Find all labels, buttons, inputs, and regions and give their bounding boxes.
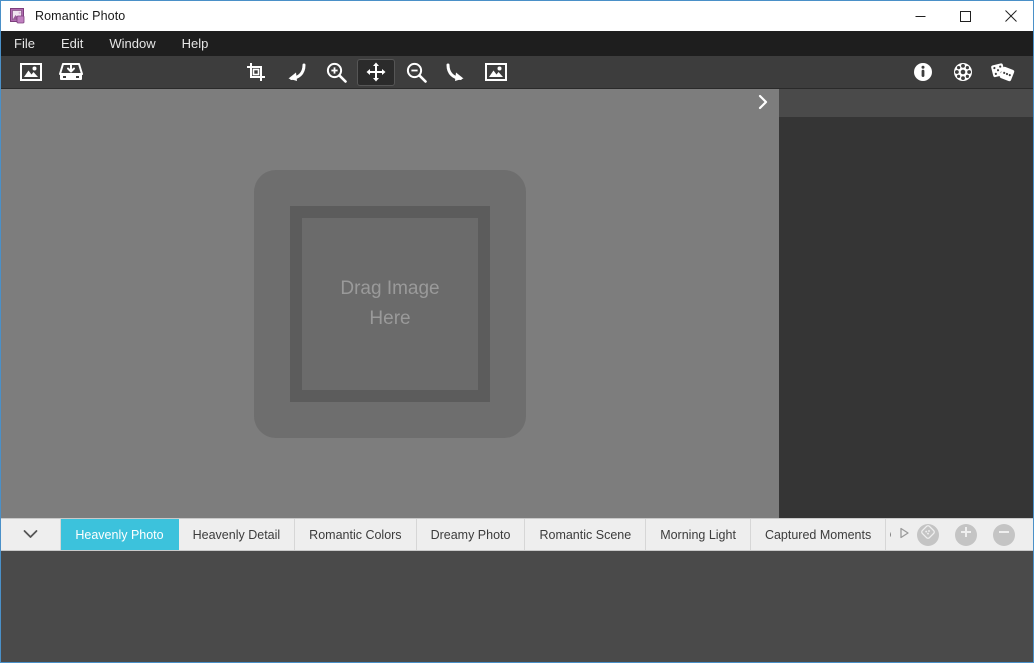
zoom-in-icon	[326, 62, 347, 83]
palette-button[interactable]	[917, 523, 939, 546]
fit-image-icon	[485, 63, 507, 81]
info-button[interactable]	[904, 59, 942, 86]
thumbnail-filmstrip[interactable]	[1, 551, 1033, 662]
settings-button[interactable]	[944, 59, 982, 86]
pan-button[interactable]	[357, 58, 395, 86]
crop-button[interactable]	[237, 59, 275, 86]
fit-image-button[interactable]	[477, 59, 515, 86]
remove-effect-button[interactable]	[993, 523, 1015, 546]
toolbar	[1, 56, 1033, 89]
zoom-in-button[interactable]	[317, 59, 355, 86]
minus-icon	[997, 525, 1011, 544]
tab-romantic-colors[interactable]: Romantic Colors	[295, 519, 417, 550]
image-canvas[interactable]: Drag Image Here	[1, 89, 779, 518]
side-panel-header	[779, 89, 1033, 117]
move-arrows-icon	[366, 62, 386, 82]
undo-arrow-icon	[288, 63, 306, 81]
effects-dropdown-button[interactable]	[1, 519, 62, 550]
redo-arrow-icon	[446, 63, 464, 81]
panel-toggle-button[interactable]	[747, 89, 779, 119]
tab-heavenly-photo[interactable]: Heavenly Photo	[61, 519, 179, 550]
info-icon	[914, 63, 932, 81]
side-panel	[779, 89, 1033, 518]
window-title: Romantic Photo	[35, 9, 126, 23]
zoom-out-button[interactable]	[397, 59, 435, 86]
tab-captured-moments[interactable]: Captured Moments	[750, 519, 887, 550]
redo-button[interactable]	[437, 59, 475, 86]
title-bar: Romantic Photo	[1, 1, 1033, 31]
work-area: Drag Image Here	[1, 89, 1033, 518]
tab-scroll-next-button[interactable]	[891, 519, 917, 550]
app-window: Romantic Photo File Edit Window Help Dra…	[0, 0, 1034, 663]
dropzone-label: Drag Image Here	[340, 278, 440, 329]
chevron-down-icon	[23, 526, 38, 544]
tab-heavenly-detail[interactable]: Heavenly Detail	[178, 519, 296, 550]
crop-icon	[247, 63, 265, 81]
gear-icon	[954, 63, 972, 81]
chevron-right-icon	[757, 94, 769, 115]
dropzone-inner-area: Drag Image Here	[302, 217, 478, 390]
window-controls	[898, 1, 1033, 31]
menu-item-window[interactable]: Window	[96, 31, 168, 56]
drag-image-dropzone[interactable]: Drag Image Here	[254, 169, 526, 438]
random-effect-button[interactable]	[984, 59, 1022, 86]
menu-item-help[interactable]: Help	[169, 31, 222, 56]
effects-actions	[917, 519, 1033, 550]
palette-icon	[920, 524, 936, 545]
plus-icon	[959, 525, 973, 544]
effects-tab-bar: Heavenly Photo Heavenly Detail Romantic …	[1, 518, 1033, 551]
zoom-out-icon	[406, 62, 427, 83]
tab-morning-light[interactable]: Morning Light	[646, 519, 751, 550]
photo-app-icon	[10, 8, 26, 24]
open-image-button[interactable]	[12, 59, 50, 86]
menu-item-edit[interactable]: Edit	[48, 31, 96, 56]
tab-dreamy-photo[interactable]: Dreamy Photo	[416, 519, 526, 550]
triangle-right-icon	[899, 526, 910, 544]
add-effect-button[interactable]	[955, 523, 977, 546]
image-icon	[20, 63, 42, 81]
tab-romantic-scene[interactable]: Romantic Scene	[525, 519, 647, 550]
maximize-icon[interactable]	[943, 1, 988, 31]
save-tray-icon	[59, 62, 83, 82]
save-image-button[interactable]	[52, 59, 90, 86]
close-icon[interactable]	[988, 1, 1033, 31]
dice-icon	[991, 63, 1015, 82]
undo-button[interactable]	[277, 59, 315, 86]
effects-tabs: Heavenly Photo Heavenly Detail Romantic …	[61, 519, 892, 550]
menu-bar: File Edit Window Help	[1, 31, 1033, 56]
menu-item-file[interactable]: File	[1, 31, 48, 56]
minimize-icon[interactable]	[898, 1, 943, 31]
